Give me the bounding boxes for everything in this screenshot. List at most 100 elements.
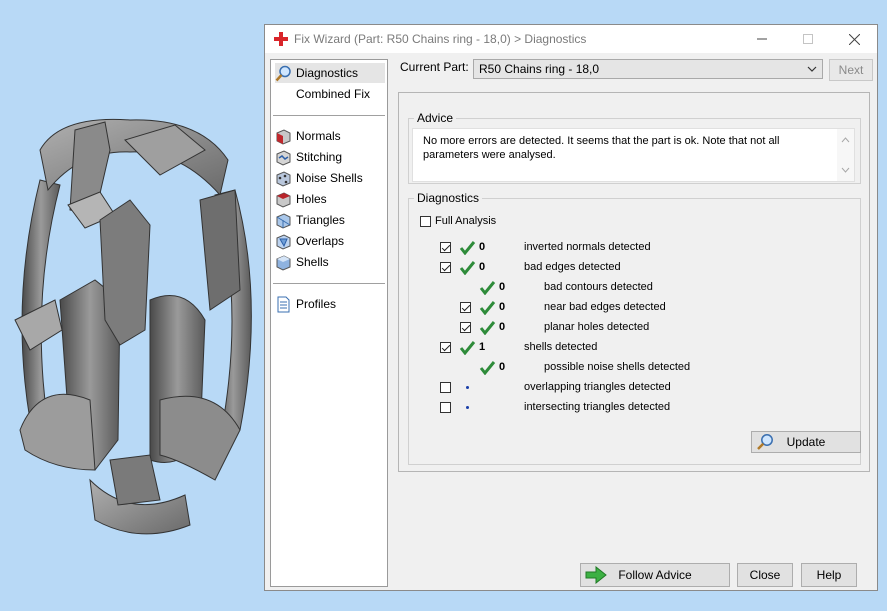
diagnostic-label: bad contours detected [544,281,653,293]
nav-item-diagnostics[interactable]: Diagnostics [275,63,385,83]
update-button[interactable]: Update [751,431,861,453]
green-check-icon [479,361,496,375]
follow-advice-button[interactable]: Follow Advice [580,563,730,587]
diagnostic-checkbox[interactable] [460,322,471,333]
maximize-icon [803,34,813,44]
diagnostic-row: 0 near bad edges detected [409,299,849,317]
current-part-label: Current Part: [400,60,469,74]
current-part-select[interactable]: R50 Chains ring - 18,0 [473,59,823,79]
nav-label: Profiles [296,297,337,311]
diagnostic-count: 1 [479,341,486,353]
diagnostic-count: 0 [499,361,506,373]
green-check-icon [459,261,476,275]
magnifier-icon [757,434,773,450]
green-check-icon [479,301,496,315]
close-icon [848,33,860,45]
green-arrow-right-icon [585,566,607,584]
nav-item-stitching[interactable]: Stitching [275,147,385,167]
noise-shells-icon [276,170,291,187]
green-check-icon [459,341,476,355]
minimize-button[interactable] [739,25,785,53]
diagnostic-label: overlapping triangles detected [524,381,671,393]
title-bar[interactable]: Fix Wizard (Part: R50 Chains ring - 18,0… [265,25,877,53]
advice-title: Advice [414,111,457,125]
diagnostic-label: inverted normals detected [524,241,651,253]
diagnostic-row: 0 bad edges detected [409,259,849,277]
next-button[interactable]: Next [829,59,873,81]
wizard-navigation: Diagnostics Combined Fix Normals Stitchi… [270,59,388,587]
nav-label: Normals [296,129,341,143]
diagnostic-label: intersecting triangles detected [524,401,671,413]
nav-item-overlaps[interactable]: Overlaps [275,231,385,251]
diagnostic-row: 0 planar holes detected [409,319,849,337]
nav-item-shells[interactable]: Shells [275,252,385,272]
current-part-value: R50 Chains ring - 18,0 [479,62,600,76]
help-button[interactable]: Help [801,563,857,587]
advice-textbox[interactable]: No more errors are detected. It seems th… [412,128,855,182]
maximize-button[interactable] [785,25,831,53]
diagnostic-checkbox[interactable] [440,402,451,413]
close-window-button[interactable] [831,25,877,53]
checkbox[interactable] [420,216,431,227]
green-check-icon [479,321,496,335]
nav-item-normals[interactable]: Normals [275,126,385,146]
advice-scrollbar[interactable] [837,129,854,181]
nav-item-profiles[interactable]: Profiles [275,294,385,314]
window-title: Fix Wizard (Part: R50 Chains ring - 18,0… [294,32,587,46]
nav-item-triangles[interactable]: Triangles [275,210,385,230]
green-check-icon [479,281,496,295]
diagnostic-label: planar holes detected [544,321,650,333]
close-button[interactable]: Close [737,563,793,587]
diagnostic-row: 1 shells detected [409,339,849,357]
diagnostic-row: overlapping triangles detected [409,379,849,397]
nav-divider [273,283,385,284]
nav-label: Shells [296,255,329,269]
nav-label: Triangles [296,213,345,227]
nav-label: Diagnostics [296,66,359,80]
diagnostic-checkbox[interactable] [440,262,451,273]
nav-item-combined-fix[interactable]: Combined Fix [275,84,385,104]
diagnostic-label: shells detected [524,341,598,353]
nav-label: Stitching [296,150,343,164]
diagnostic-label: possible noise shells detected [544,361,691,373]
scroll-up-icon [841,137,850,143]
advice-text: No more errors are detected. It seems th… [423,135,780,161]
status-dot-icon [466,406,469,409]
nav-label: Noise Shells [296,171,363,185]
normals-cube-icon [276,128,291,145]
diagnostic-checkbox[interactable] [460,302,471,313]
document-icon [277,296,290,312]
status-dot-icon [466,386,469,389]
shells-cube-icon [276,254,291,271]
chevron-down-icon [807,66,817,72]
diagnostic-row: 0 possible noise shells detected [409,359,849,377]
advice-group: Advice No more errors are detected. It s… [408,111,861,184]
diagnostic-count: 0 [499,301,506,313]
follow-advice-label: Follow Advice [618,568,692,582]
diagnostics-group: Diagnostics Full Analysis 0 inverted norm… [408,191,861,465]
diagnostic-count: 0 [499,321,506,333]
stitching-icon [276,149,291,166]
diagnostic-label: bad edges detected [524,261,621,273]
diagnostic-checkbox[interactable] [440,242,451,253]
chain-ring-model [14,118,252,535]
magnifier-icon [275,65,291,81]
diagnostic-checkbox[interactable] [440,382,451,393]
diagnostic-checkbox[interactable] [440,342,451,353]
3d-viewport[interactable] [0,0,265,608]
diagnostics-page: Advice No more errors are detected. It s… [398,92,870,472]
diagnostic-row: 0 bad contours detected [409,279,849,297]
green-check-icon [459,241,476,255]
nav-label: Holes [296,192,327,206]
diagnostic-row: 0 inverted normals detected [409,239,849,257]
overlaps-cube-icon [276,233,291,250]
nav-label: Combined Fix [296,87,371,101]
minimize-icon [757,38,767,40]
nav-item-holes[interactable]: Holes [275,189,385,209]
nav-item-noise-shells[interactable]: Noise Shells [275,168,385,188]
fix-wizard-window: Fix Wizard (Part: R50 Chains ring - 18,0… [264,24,878,591]
full-analysis-label: Full Analysis [435,215,497,227]
diagnostic-row: intersecting triangles detected [409,399,849,417]
scroll-down-icon [841,167,850,173]
update-label: Update [786,435,826,449]
